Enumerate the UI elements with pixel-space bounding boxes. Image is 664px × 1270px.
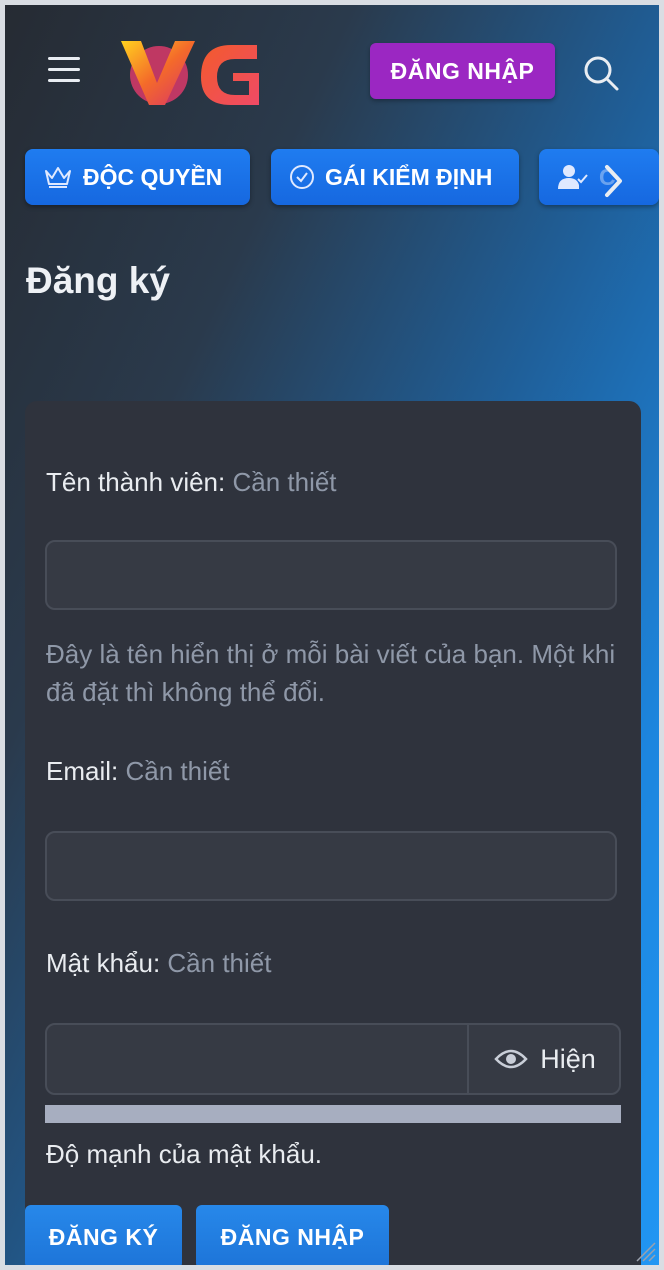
username-label: Tên thành viên: Cần thiết — [46, 467, 337, 497]
show-password-button[interactable]: Hiện — [467, 1025, 621, 1093]
page-frame: ĐĂNG NHẬP ĐỘC QUYỀN GÁI KIỂM ĐỊNH C Đăng… — [5, 5, 659, 1265]
site-header: ĐĂNG NHẬP — [5, 5, 659, 145]
register-form: Tên thành viên: Cần thiết Đây là tên hiể… — [25, 401, 641, 1265]
category-nav: ĐỘC QUYỀN GÁI KIỂM ĐỊNH C — [5, 149, 659, 209]
password-strength-text: Độ mạnh của mật khẩu. — [46, 1139, 323, 1169]
register-button[interactable]: ĐĂNG KÝ — [25, 1205, 182, 1265]
search-icon[interactable] — [581, 53, 621, 93]
password-field[interactable] — [47, 1025, 467, 1093]
show-password-label: Hiện — [540, 1043, 596, 1074]
user-check-icon — [558, 165, 588, 189]
username-hint: Đây là tên hiển thị ở mỗi bài viết của b… — [46, 639, 616, 707]
nav-item-exclusive[interactable]: ĐỘC QUYỀN — [25, 149, 250, 205]
eye-icon — [494, 1049, 528, 1069]
email-field[interactable] — [45, 831, 617, 901]
resize-handle-icon[interactable] — [631, 1237, 657, 1263]
password-label: Mật khẩu: Cần thiết — [46, 948, 272, 978]
nav-item-verified[interactable]: GÁI KIỂM ĐỊNH — [271, 149, 519, 205]
required-hint: Cần thiết — [167, 948, 272, 978]
check-circle-icon — [290, 165, 314, 189]
crown-icon — [45, 167, 71, 188]
page-title: Đăng ký — [26, 260, 170, 301]
chevron-right-icon[interactable] — [598, 163, 628, 199]
nav-item-label: GÁI KIỂM ĐỊNH — [325, 163, 493, 190]
email-label: Email: Cần thiết — [46, 756, 230, 786]
nav-item-label: ĐỘC QUYỀN — [83, 163, 223, 190]
required-hint: Cần thiết — [125, 756, 230, 786]
username-field[interactable] — [45, 540, 617, 610]
header-login-button[interactable]: ĐĂNG NHẬP — [370, 43, 555, 99]
site-logo[interactable] — [115, 37, 260, 109]
required-hint: Cần thiết — [232, 467, 337, 497]
password-group: Hiện — [45, 1023, 621, 1095]
password-strength-meter — [45, 1105, 621, 1123]
footer-login-button[interactable]: ĐĂNG NHẬP — [196, 1205, 389, 1265]
menu-icon[interactable] — [48, 57, 80, 89]
